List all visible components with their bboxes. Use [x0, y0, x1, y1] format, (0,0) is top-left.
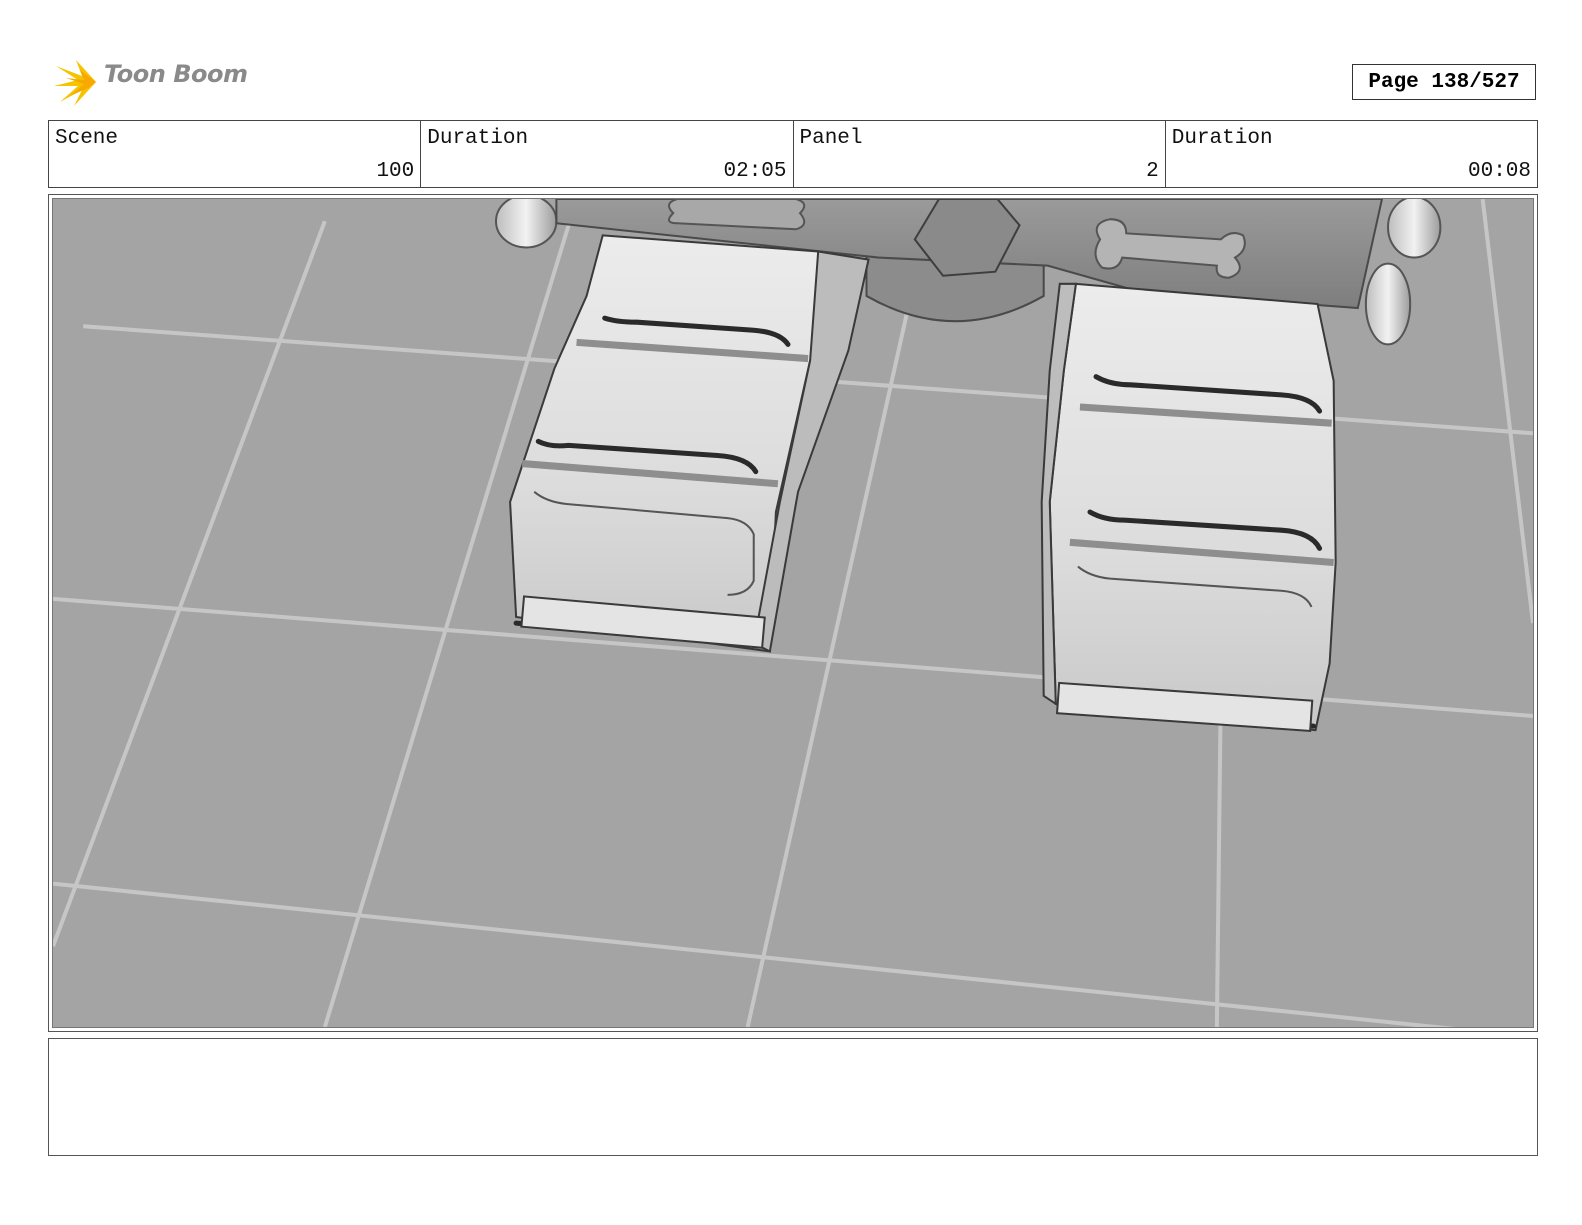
panel-value: 2 [1146, 160, 1159, 183]
scene-duration-label: Duration [427, 127, 529, 150]
panel-cell: Panel 2 [794, 121, 1166, 187]
toon-boom-logo: Toon Boom [52, 56, 252, 108]
scene-cell: Scene 100 [49, 121, 422, 187]
scene-duration-value: 02:05 [723, 160, 787, 183]
panel-duration-value: 00:08 [1467, 160, 1531, 183]
panel-duration-label: Duration [1171, 127, 1273, 150]
scene-label: Scene [55, 127, 119, 150]
scene-info-table: Scene 100 Duration 02:05 Panel 2 Duratio… [48, 120, 1538, 188]
storyboard-panel [48, 194, 1538, 1032]
panel-notes-area[interactable] [48, 1038, 1538, 1156]
panel-render [52, 198, 1534, 1028]
panel-duration-cell: Duration 00:08 [1166, 121, 1537, 187]
logo-wordmark: Toon Boom [104, 60, 248, 88]
starburst-icon [54, 60, 96, 106]
scene-duration-cell: Duration 02:05 [421, 121, 794, 187]
panel-label: Panel [799, 127, 863, 150]
scene-value: 100 [376, 160, 415, 183]
page-number-label: Page 138/527 [1368, 70, 1520, 94]
page-number: Page 138/527 [1352, 64, 1536, 100]
